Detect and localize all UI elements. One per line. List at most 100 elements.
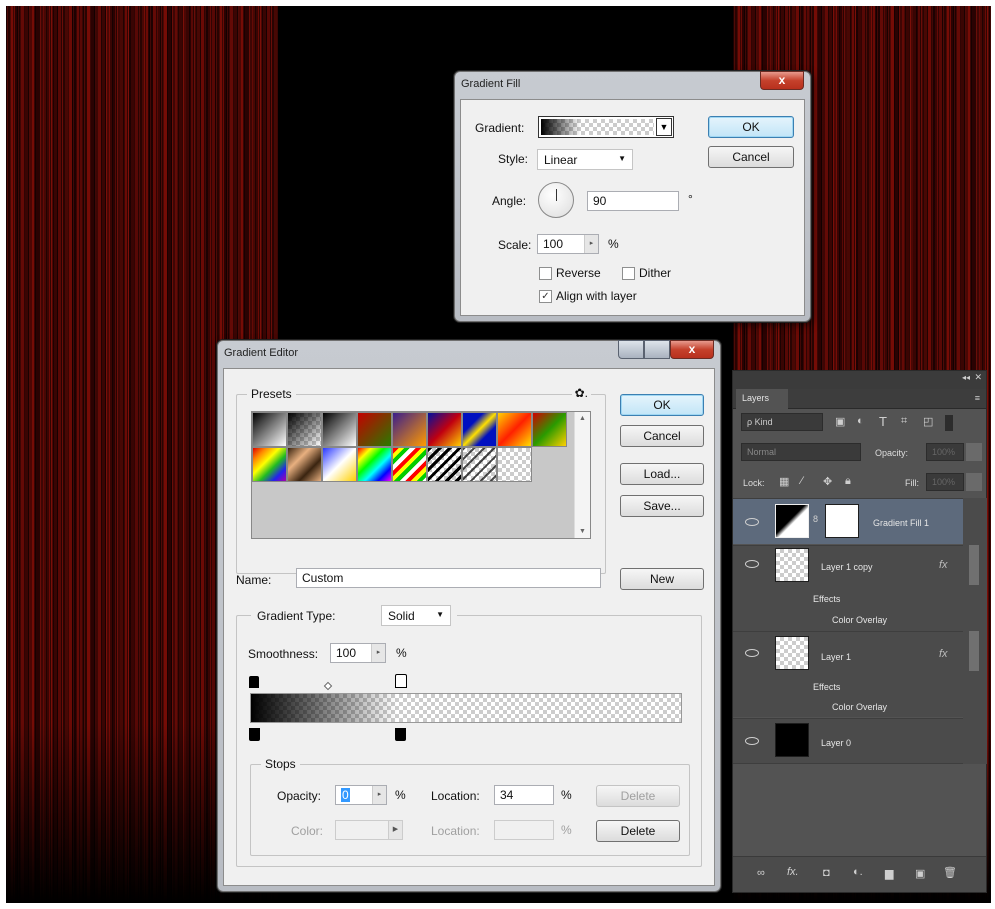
lock-pixels-icon[interactable]: ∕	[801, 475, 803, 487]
link-icon[interactable]: 8	[813, 514, 818, 524]
preset-swatch[interactable]	[287, 447, 322, 482]
chevron-down-icon[interactable]: ▼	[656, 118, 672, 136]
new-button[interactable]: New	[620, 568, 704, 590]
lock-position-icon[interactable]: ✥	[823, 475, 832, 488]
gear-icon[interactable]: ✿.	[571, 386, 591, 400]
preset-swatch[interactable]	[497, 447, 532, 482]
preset-swatch[interactable]	[287, 412, 322, 447]
shape-filter-icon[interactable]: ⌗	[901, 415, 907, 428]
preset-swatch[interactable]	[357, 447, 392, 482]
preset-swatch[interactable]	[392, 447, 427, 482]
reverse-checkbox[interactable]	[539, 267, 552, 280]
preset-swatch[interactable]	[322, 447, 357, 482]
link-layers-icon[interactable]: ∞	[757, 867, 765, 879]
color-stop-left[interactable]	[249, 728, 260, 741]
tab-layers[interactable]: Layers	[736, 389, 788, 409]
opacity-input[interactable]: 0 ▸	[335, 785, 387, 805]
close-icon[interactable]: ✕	[974, 372, 982, 383]
color-stop-right[interactable]	[395, 728, 406, 741]
dither-checkbox[interactable]	[622, 267, 635, 280]
layer-row-layer-1[interactable]: Layer 1 fx Effects Color Overlay	[733, 631, 963, 717]
color-swatch[interactable]: ▶	[335, 820, 403, 840]
gradient-bar[interactable]	[250, 693, 682, 723]
image-filter-icon[interactable]: ▣	[835, 415, 845, 428]
add-mask-icon[interactable]: ◘	[823, 867, 830, 879]
angle-input[interactable]: 90	[587, 191, 679, 211]
preset-swatch[interactable]	[252, 412, 287, 447]
fx-icon[interactable]: fx.	[787, 866, 799, 878]
eye-icon[interactable]	[745, 649, 759, 657]
fx-icon[interactable]: fx	[939, 648, 948, 660]
close-button[interactable]: x	[760, 71, 804, 90]
trash-icon[interactable]: 🗑	[943, 866, 957, 879]
name-input[interactable]: Custom	[296, 568, 601, 588]
save-button[interactable]: Save...	[620, 495, 704, 517]
blend-mode-select[interactable]: Normal	[741, 443, 861, 461]
eye-icon[interactable]	[745, 560, 759, 568]
preset-swatch[interactable]	[357, 412, 392, 447]
dither-label: Dither	[639, 266, 672, 280]
eye-icon[interactable]	[745, 737, 759, 745]
scale-input[interactable]: 100 ▸	[537, 234, 599, 254]
collapse-icon[interactable]: ◂◂	[962, 373, 970, 382]
fx-icon[interactable]: fx	[939, 559, 948, 571]
fill-field[interactable]: 100%	[926, 473, 964, 491]
maximize-button[interactable]	[644, 340, 670, 359]
layer-row-layer-0[interactable]: Layer 0	[733, 718, 963, 764]
opacity-stop-right[interactable]	[395, 674, 407, 688]
style-select[interactable]: Linear ▼	[537, 149, 633, 170]
midpoint-diamond-icon[interactable]	[323, 681, 333, 691]
preset-swatch[interactable]	[462, 412, 497, 447]
close-button[interactable]: x	[670, 340, 714, 359]
layer-name: Gradient Fill 1	[873, 518, 930, 528]
align-checkbox[interactable]: ✓	[539, 290, 552, 303]
ok-button[interactable]: OK	[708, 116, 794, 138]
eye-icon[interactable]	[745, 518, 759, 526]
preset-swatch[interactable]	[532, 412, 567, 447]
stepper-icon[interactable]: ▸	[371, 644, 385, 662]
preset-swatch[interactable]	[252, 447, 287, 482]
kind-filter[interactable]: ρ Kind	[741, 413, 823, 431]
stepper-icon[interactable]: ▸	[584, 235, 598, 253]
name-label: Name:	[236, 573, 272, 587]
layer-row-layer-1-copy[interactable]: Layer 1 copy fx Effects Color Overlay	[733, 545, 963, 631]
lock-transparent-icon[interactable]: ▦	[779, 475, 789, 488]
gradient-type-select[interactable]: Solid ▼	[381, 605, 451, 626]
chevron-down-icon[interactable]	[966, 443, 982, 461]
minimize-button[interactable]	[618, 340, 644, 359]
type-filter-icon[interactable]: T	[879, 414, 887, 429]
delete-color-button[interactable]: Delete	[596, 820, 680, 842]
adjustment-layer-icon[interactable]: ◐.	[853, 866, 863, 878]
adjustment-filter-icon[interactable]: ◐	[857, 415, 864, 427]
layer-row-gradient-fill[interactable]: 8 Gradient Fill 1	[733, 498, 963, 544]
angle-dial[interactable]	[538, 182, 574, 218]
cancel-button[interactable]: Cancel	[708, 146, 794, 168]
smart-object-filter-icon[interactable]: ◰	[923, 415, 933, 428]
panel-menu-icon[interactable]: ≡	[975, 393, 980, 403]
delete-opacity-button[interactable]: Delete	[596, 785, 680, 807]
gradient-picker[interactable]: ▼	[538, 116, 674, 138]
cancel-button[interactable]: Cancel	[620, 425, 704, 447]
color-location-input[interactable]	[494, 820, 554, 840]
location-input[interactable]: 34	[494, 785, 554, 805]
layers-scrollbar[interactable]	[963, 498, 987, 764]
preset-swatch[interactable]	[392, 412, 427, 447]
opacity-field[interactable]: 100%	[926, 443, 964, 461]
stepper-icon[interactable]: ▸	[372, 786, 386, 804]
preset-swatch[interactable]	[322, 412, 357, 447]
folder-icon[interactable]: ▆	[885, 867, 893, 880]
smoothness-input[interactable]: 100 ▸	[330, 643, 386, 663]
preset-swatch[interactable]	[462, 447, 497, 482]
filter-toggle[interactable]	[945, 415, 953, 431]
preset-swatch[interactable]	[427, 412, 462, 447]
load-button[interactable]: Load...	[620, 463, 704, 485]
presets-scrollbar[interactable]: ▲ ▼	[574, 412, 590, 538]
ok-button[interactable]: OK	[620, 394, 704, 416]
opacity-stop-left[interactable]	[249, 676, 259, 688]
chevron-down-icon[interactable]	[966, 473, 982, 491]
preset-swatch[interactable]	[427, 447, 462, 482]
new-layer-icon[interactable]: ▣	[915, 867, 925, 880]
chevron-right-icon[interactable]: ▶	[388, 821, 402, 839]
preset-swatch[interactable]	[497, 412, 532, 447]
lock-all-icon[interactable]: 🔒︎	[845, 475, 851, 488]
